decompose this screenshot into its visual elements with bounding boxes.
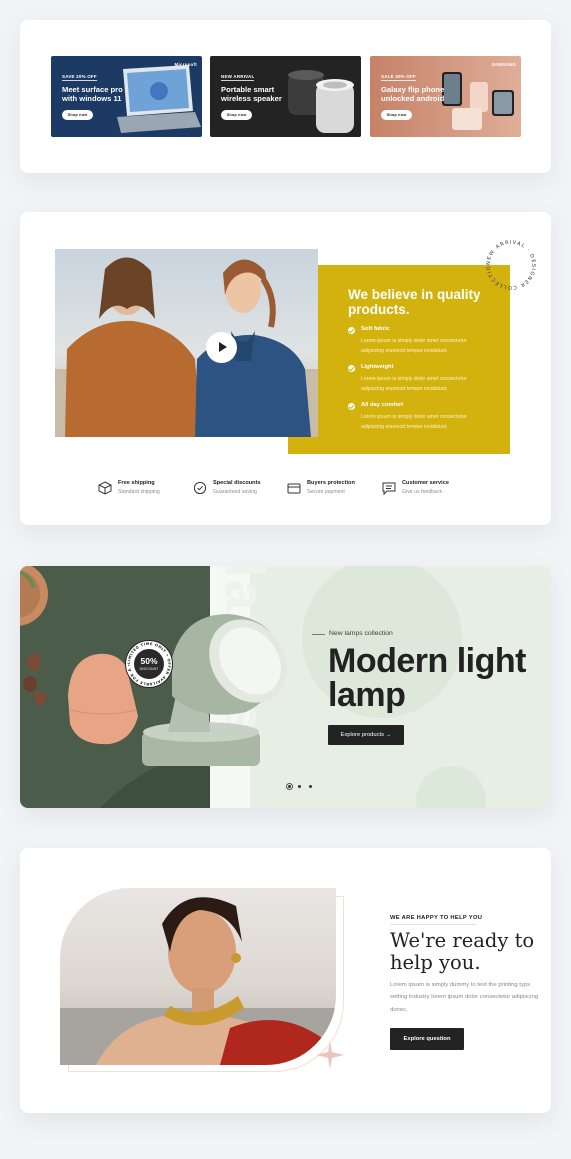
microsoft-brand: Microsoft xyxy=(174,62,197,67)
service-title: Special discounts xyxy=(213,480,261,486)
feature-desc: Lorem ipsum is simply dolor amet consect… xyxy=(361,338,467,354)
promo-galaxy[interactable]: SAMSUNG Sale 30% off Galaxy flip phone u… xyxy=(370,56,521,137)
service-desc: Guaranteed saving xyxy=(213,489,257,495)
shop-now-button[interactable]: Shop now xyxy=(62,110,93,120)
shop-now-button[interactable]: Shop now xyxy=(381,110,412,120)
speaker-image xyxy=(288,70,354,133)
feature-title: Lightweight xyxy=(361,364,394,370)
card-icon xyxy=(287,483,301,494)
discount-disc: 50% DISCOUNT xyxy=(134,649,164,679)
shop-now-button[interactable]: Shop now xyxy=(221,110,252,120)
feature-title: All day comfort xyxy=(361,402,404,408)
promo-surface[interactable]: Microsoft Save 20% off Meet surface pro … xyxy=(51,56,202,137)
slider-dot-3[interactable] xyxy=(309,785,312,788)
service-title: Free shipping xyxy=(118,480,155,486)
promo-tag: Sale 30% off xyxy=(381,74,416,81)
slider-dot-2[interactable] xyxy=(298,785,301,788)
service-title: Buyers protection xyxy=(307,480,355,486)
service-desc: Secure payment xyxy=(307,489,345,495)
promo-banners-card: Microsoft Save 20% off Meet surface pro … xyxy=(20,20,551,173)
decor-circle xyxy=(416,766,486,808)
help-text: Lorem ipsum is simply dummy to text the … xyxy=(390,982,538,1013)
help-heading: We're ready to help you. xyxy=(390,929,535,974)
lamp-heading: Modern light lamp xyxy=(328,642,526,714)
check-icon xyxy=(348,403,355,410)
chat-icon xyxy=(382,482,396,495)
discount-badge-icon xyxy=(193,481,207,495)
service-desc: Standard shipping xyxy=(118,489,160,495)
svg-text:NEW ARRIVAL · DESIGNER COLLECT: NEW ARRIVAL · DESIGNER COLLECTION xyxy=(482,236,536,290)
feature-desc: Lorem ipsum is simply dolor amet consect… xyxy=(361,414,467,430)
model-photo xyxy=(60,888,336,1065)
check-icon xyxy=(348,327,355,334)
lamp-image xyxy=(68,614,287,766)
promo-title: Meet surface pro with windows 11 xyxy=(62,85,123,103)
help-eyebrow: WE ARE HAPPY TO HELP YOU xyxy=(390,915,483,925)
arrow-right-icon: → xyxy=(385,732,392,738)
promo-title: Galaxy flip phone unlocked android xyxy=(381,85,445,103)
quality-title: We believe in quality products. xyxy=(348,287,481,317)
feature-title: Soft fabric xyxy=(361,326,390,332)
quality-products-card: We believe in quality products. Soft fab… xyxy=(20,212,551,525)
service-desc: Give us feedback xyxy=(402,489,443,495)
sparkle-icon xyxy=(316,1041,344,1069)
button-label: Explore products xyxy=(340,732,385,738)
collection-tagline: New lamps collection xyxy=(312,630,393,637)
discount-label: DISCOUNT xyxy=(139,667,159,671)
lamp-hero-card: lamps LIMITED TIME ONLY • OFFER AVAILABL… xyxy=(20,566,551,808)
explore-question-button[interactable]: Explore question xyxy=(390,1028,464,1050)
help-card: WE ARE HAPPY TO HELP YOU We're ready to … xyxy=(20,848,551,1113)
models-photo xyxy=(55,249,318,437)
model-image xyxy=(60,897,336,1065)
quality-panel: We believe in quality products. Soft fab… xyxy=(288,265,510,454)
service-title: Customer service xyxy=(402,480,449,486)
discount-badge: LIMITED TIME ONLY • OFFER AVAILABLE FOR … xyxy=(125,640,173,688)
models-image xyxy=(55,257,318,437)
check-icon xyxy=(348,365,355,372)
promo-title: Portable smart wireless speaker xyxy=(221,85,282,103)
explore-products-button[interactable]: Explore products → xyxy=(328,725,404,745)
feature-desc: Lorem ipsum is simply dolor amet consect… xyxy=(361,376,467,392)
play-video-button[interactable] xyxy=(206,332,237,363)
promo-speaker[interactable]: New arrival Portable smart wireless spea… xyxy=(210,56,361,137)
new-arrival-badge: NEW ARRIVAL · DESIGNER COLLECTION xyxy=(482,236,536,290)
discount-percent: 50% xyxy=(140,656,158,666)
slider-dot-1[interactable] xyxy=(288,785,291,788)
samsung-brand: SAMSUNG xyxy=(491,62,516,67)
box-icon xyxy=(98,481,112,495)
promo-tag: New arrival xyxy=(221,74,255,81)
promo-tag: Save 20% off xyxy=(62,74,97,81)
